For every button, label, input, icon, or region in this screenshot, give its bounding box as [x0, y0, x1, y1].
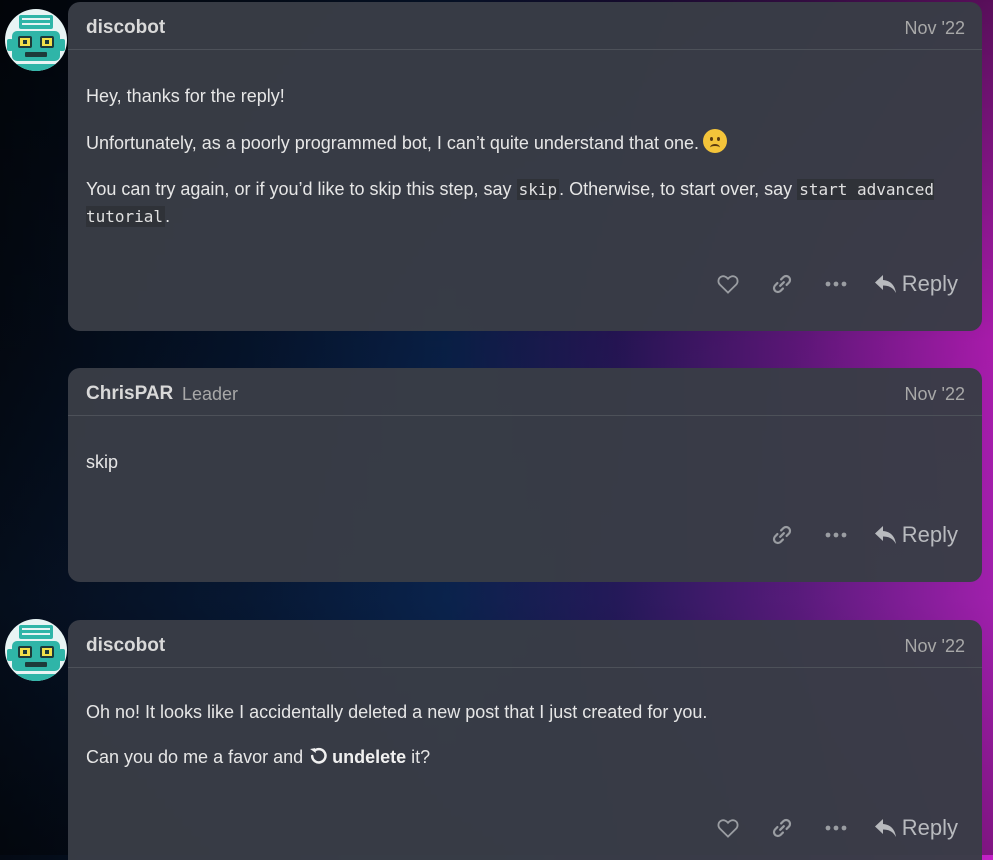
post-text: Can you do me a favor and undelete it? — [86, 744, 964, 771]
more-actions-button[interactable] — [816, 269, 856, 299]
link-icon — [772, 525, 791, 545]
post-actions: Reply — [694, 269, 958, 299]
post-text-segment: . — [165, 206, 171, 226]
share-link-button[interactable] — [762, 813, 802, 843]
ellipsis-icon — [825, 281, 847, 287]
reply-button[interactable]: Reply — [874, 813, 958, 843]
post-header: discobot Nov '22 — [68, 2, 982, 50]
discobot-avatar[interactable] — [5, 9, 67, 71]
discobot-avatar[interactable] — [5, 619, 67, 681]
post-header: ChrisPAR Leader Nov '22 — [68, 368, 982, 416]
post-body: skip — [68, 416, 982, 476]
share-link-button[interactable] — [762, 520, 802, 550]
inline-code: skip — [516, 179, 560, 200]
post-actions: Reply — [748, 520, 958, 550]
reply-arrow-icon — [874, 275, 896, 293]
heart-icon — [717, 819, 739, 838]
ellipsis-icon — [825, 825, 847, 831]
reply-label: Reply — [901, 271, 958, 296]
link-icon — [772, 274, 791, 294]
link-icon — [772, 818, 791, 838]
robot-icon — [7, 625, 65, 681]
ellipsis-icon — [825, 532, 847, 538]
post-discobot-1: discobot Nov '22 Hey, thanks for the rep… — [68, 2, 982, 331]
reply-label: Reply — [901, 522, 958, 547]
post-text: Hey, thanks for the reply! — [86, 86, 285, 106]
post-header: discobot Nov '22 — [68, 620, 982, 668]
post-text-segment: . Otherwise, to start over, say — [559, 179, 798, 199]
post-text: Unfortunately, as a poorly programmed bo… — [86, 129, 964, 157]
reply-button[interactable]: Reply — [874, 520, 958, 550]
post-text: skip — [86, 452, 119, 472]
reply-arrow-icon — [874, 526, 896, 544]
more-actions-button[interactable] — [816, 520, 856, 550]
post-actions: Reply — [694, 813, 958, 843]
reply-label: Reply — [901, 815, 958, 840]
post-text-segment: You can try again, or if you’d like to s… — [86, 179, 517, 199]
reply-arrow-icon — [874, 819, 896, 837]
slightly-frowning-face-icon — [703, 129, 728, 153]
post-date[interactable]: Nov '22 — [905, 18, 965, 39]
more-actions-button[interactable] — [816, 813, 856, 843]
user-title: Leader — [182, 384, 239, 404]
post-chrispar: ChrisPAR Leader Nov '22 skip Reply — [68, 368, 982, 582]
post-discobot-2: discobot Nov '22 Oh no! It looks like I … — [68, 620, 982, 860]
undo-icon — [310, 747, 327, 764]
username[interactable]: discobot — [86, 17, 165, 39]
post-body: Oh no! It looks like I accidentally dele… — [68, 668, 982, 771]
undelete-text: undelete — [332, 747, 407, 767]
reply-button[interactable]: Reply — [874, 269, 958, 299]
post-text-segment: Can you do me a favor and — [86, 747, 309, 767]
share-link-button[interactable] — [762, 269, 802, 299]
post-body: Hey, thanks for the reply! Unfortunately… — [68, 50, 982, 230]
username[interactable]: discobot — [86, 635, 165, 657]
username[interactable]: ChrisPAR — [86, 383, 173, 405]
post-text-segment: Unfortunately, as a poorly programmed bo… — [86, 133, 700, 153]
post-text-segment: it? — [406, 747, 431, 767]
like-button[interactable] — [708, 269, 748, 299]
heart-icon — [717, 275, 739, 294]
robot-icon — [7, 15, 65, 71]
post-date[interactable]: Nov '22 — [905, 384, 965, 405]
post-text: Oh no! It looks like I accidentally dele… — [86, 702, 708, 722]
post-date[interactable]: Nov '22 — [905, 636, 965, 657]
like-button[interactable] — [708, 813, 748, 843]
post-text: You can try again, or if you’d like to s… — [86, 176, 964, 230]
